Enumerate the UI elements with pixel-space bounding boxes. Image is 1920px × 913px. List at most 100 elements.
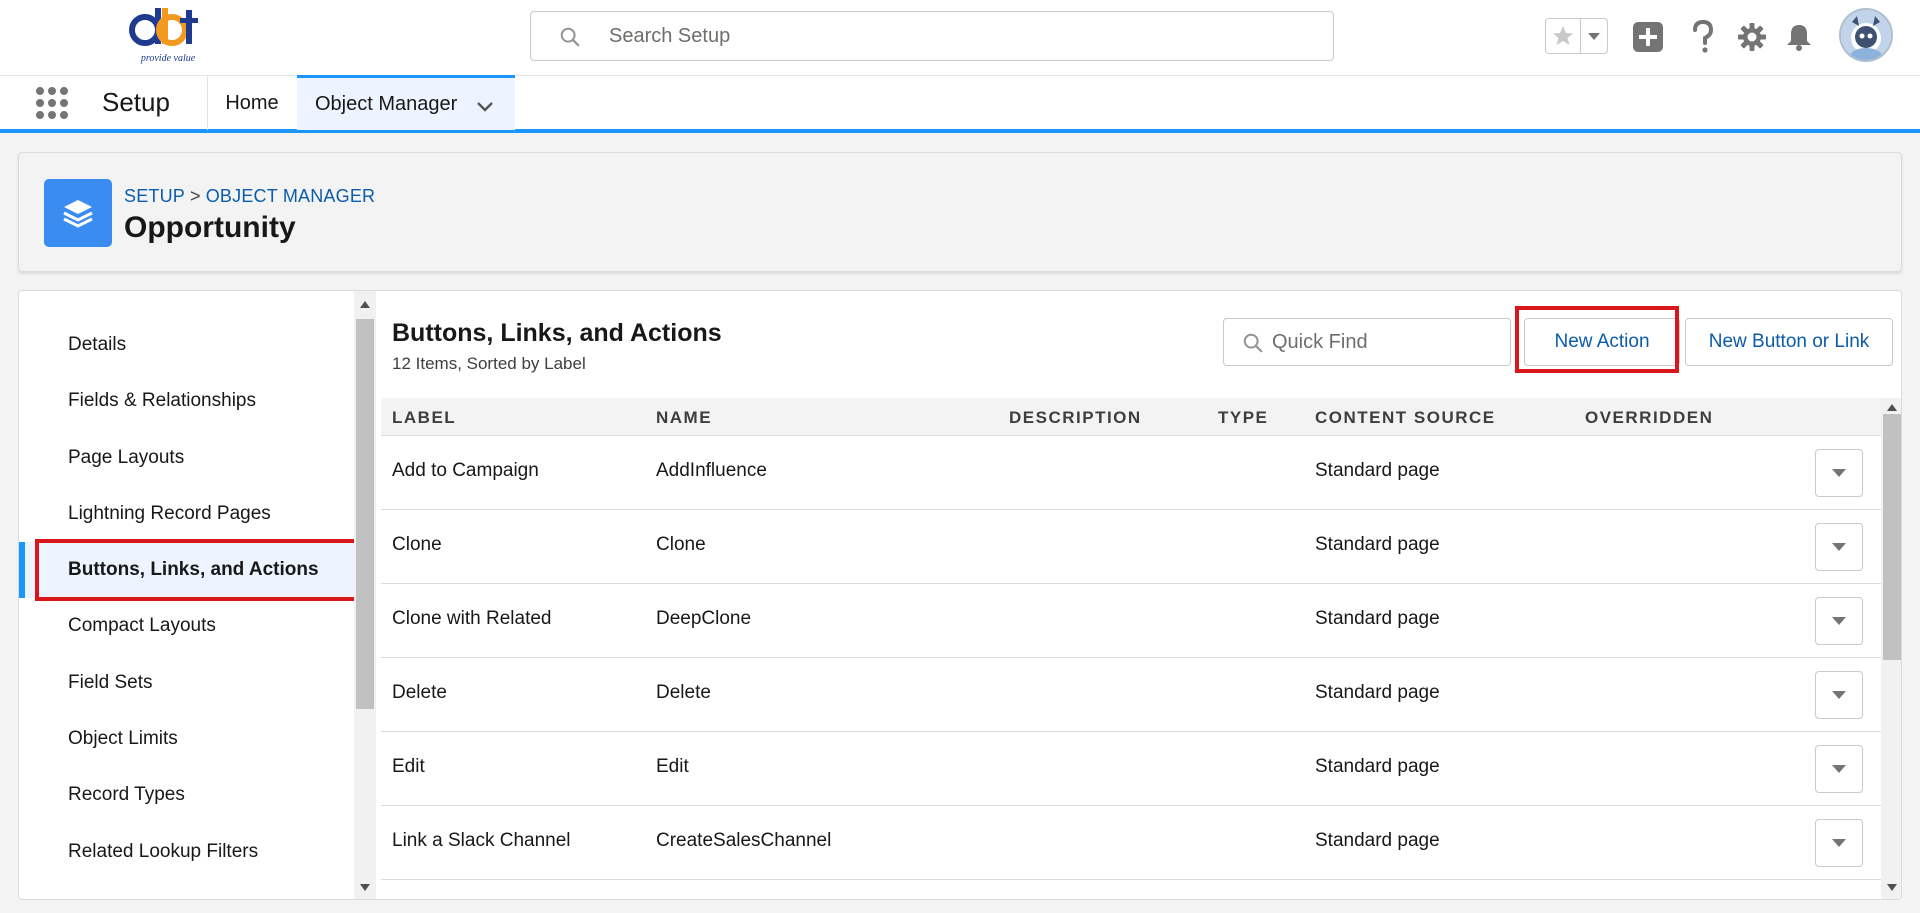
astro-avatar-icon: [1841, 10, 1891, 60]
row-action-menu-button[interactable]: [1815, 597, 1863, 645]
tab-home[interactable]: Home: [208, 76, 296, 130]
breadcrumb-separator: >: [190, 186, 201, 206]
sidebar-item-field-sets[interactable]: Field Sets: [19, 655, 354, 711]
search-icon: [560, 27, 580, 47]
cell-name: CreateSalesChannel: [656, 830, 832, 851]
cell-name: DeepClone: [656, 608, 752, 629]
chevron-down-icon: [1832, 543, 1846, 551]
scroll-down-arrow-icon[interactable]: [1883, 879, 1901, 897]
object-sidebar-nav: Details Fields & Relationships Page Layo…: [19, 291, 372, 899]
table-header: LABEL NAME DESCRIPTION TYPE CONTENT SOUR…: [381, 398, 1881, 436]
scroll-up-arrow-icon[interactable]: [356, 295, 374, 313]
table-row: Link a Slack Channel CreateSalesChannel …: [381, 806, 1881, 880]
object-icon: [44, 179, 112, 247]
global-search-input[interactable]: [609, 20, 1309, 52]
row-action-menu-button[interactable]: [1815, 819, 1863, 867]
tab-object-manager-label: Object Manager: [315, 92, 458, 115]
company-logo[interactable]: provide value: [128, 6, 208, 68]
app-launcher-button[interactable]: [34, 85, 70, 121]
breadcrumb: SETUP > OBJECT MANAGER: [124, 186, 375, 207]
table-scrollbar[interactable]: [1881, 398, 1901, 899]
sidebar-scrollbar[interactable]: [354, 291, 376, 899]
notifications-button[interactable]: [1780, 18, 1818, 56]
page-title: Opportunity: [124, 211, 296, 244]
chevron-down-icon[interactable]: [474, 95, 496, 117]
section-title: Buttons, Links, and Actions: [392, 319, 722, 347]
global-header: provide value: [0, 0, 1920, 75]
scroll-down-arrow-icon[interactable]: [356, 879, 374, 897]
buttons-links-actions-content: Buttons, Links, and Actions 12 Items, So…: [381, 291, 1901, 899]
cell-name: Clone: [656, 534, 706, 555]
cell-content-source: Standard page: [1315, 460, 1440, 481]
cell-content-source: Standard page: [1315, 682, 1440, 703]
setup-gear-button[interactable]: [1733, 18, 1771, 56]
highlight-box-new-action: [1515, 306, 1679, 373]
global-actions-button[interactable]: [1629, 18, 1667, 56]
object-page-header: SETUP > OBJECT MANAGER Opportunity: [18, 152, 1902, 272]
tab-object-manager[interactable]: Object Manager: [297, 75, 515, 130]
column-header-name[interactable]: NAME: [656, 408, 712, 428]
table-row: Clone with Related DeepClone Standard pa…: [381, 584, 1881, 658]
table-scrollbar-thumb[interactable]: [1883, 414, 1901, 660]
favorites-button[interactable]: [1546, 19, 1582, 53]
grid-icon: [36, 87, 68, 119]
cell-name: Edit: [656, 756, 689, 777]
plus-icon: [1633, 22, 1663, 52]
bell-icon: [1787, 25, 1811, 51]
row-action-menu-button[interactable]: [1815, 671, 1863, 719]
column-header-type[interactable]: TYPE: [1218, 408, 1268, 428]
cell-content-source: Standard page: [1315, 756, 1440, 777]
row-action-menu-button[interactable]: [1815, 449, 1863, 497]
sidebar-item-compact-layouts[interactable]: Compact Layouts: [19, 598, 354, 654]
chevron-down-icon: [1832, 839, 1846, 847]
table-row: Edit Edit Standard page: [381, 732, 1881, 806]
row-action-menu-button[interactable]: [1815, 523, 1863, 571]
context-bar: Setup Home Object Manager: [0, 75, 1920, 133]
table-row: Add to Campaign AddInfluence Standard pa…: [381, 436, 1881, 510]
user-avatar[interactable]: [1839, 8, 1893, 62]
sidebar-item-object-limits[interactable]: Object Limits: [19, 711, 354, 767]
sidebar-item-record-types[interactable]: Record Types: [19, 767, 354, 823]
quick-find-box[interactable]: [1223, 318, 1511, 366]
cell-name: Delete: [656, 682, 711, 703]
global-search-box[interactable]: [530, 11, 1334, 61]
favorites-group: [1545, 18, 1608, 54]
breadcrumb-object-manager[interactable]: OBJECT MANAGER: [206, 186, 376, 206]
help-button[interactable]: [1684, 18, 1722, 56]
sidebar-item-details[interactable]: Details: [19, 317, 354, 373]
row-action-menu-button[interactable]: [1815, 745, 1863, 793]
highlight-box-sidebar: [35, 539, 372, 601]
help-icon: [1693, 20, 1714, 53]
sidebar-item-page-layouts[interactable]: Page Layouts: [19, 430, 354, 486]
chevron-down-icon: [1832, 469, 1846, 477]
breadcrumb-setup[interactable]: SETUP: [124, 186, 185, 206]
sidebar-scrollbar-thumb[interactable]: [356, 319, 374, 709]
favorites-dropdown-button[interactable]: [1581, 19, 1607, 53]
cell-label: Link a Slack Channel: [392, 830, 571, 851]
search-icon: [1243, 333, 1263, 353]
column-header-label[interactable]: LABEL: [392, 408, 456, 428]
sidebar-item-lightning-record-pages[interactable]: Lightning Record Pages: [19, 486, 354, 542]
column-header-description[interactable]: DESCRIPTION: [1009, 408, 1142, 428]
cell-content-source: Standard page: [1315, 608, 1440, 629]
cell-label: Delete: [392, 682, 447, 703]
app-name: Setup: [102, 87, 170, 117]
sidebar-item-fields-relationships[interactable]: Fields & Relationships: [19, 373, 354, 429]
star-icon: [1553, 26, 1574, 45]
new-button-or-link-button[interactable]: New Button or Link: [1685, 318, 1893, 366]
cell-content-source: Standard page: [1315, 534, 1440, 555]
layers-icon: [63, 200, 93, 228]
cell-name: AddInfluence: [656, 460, 767, 481]
gear-icon: [1738, 23, 1766, 51]
cell-label: Clone with Related: [392, 608, 552, 629]
column-header-overridden[interactable]: OVERRIDDEN: [1585, 408, 1713, 428]
chevron-down-icon: [1832, 765, 1846, 773]
quick-find-input[interactable]: [1272, 327, 1502, 357]
caret-down-icon: [1588, 33, 1601, 40]
cell-label: Edit: [392, 756, 425, 777]
table-row: Delete Delete Standard page: [381, 658, 1881, 732]
sidebar-item-related-lookup-filters[interactable]: Related Lookup Filters: [19, 824, 354, 880]
cell-label: Clone: [392, 534, 442, 555]
column-header-content-source[interactable]: CONTENT SOURCE: [1315, 408, 1496, 428]
logo-tagline: provide value: [140, 53, 196, 64]
